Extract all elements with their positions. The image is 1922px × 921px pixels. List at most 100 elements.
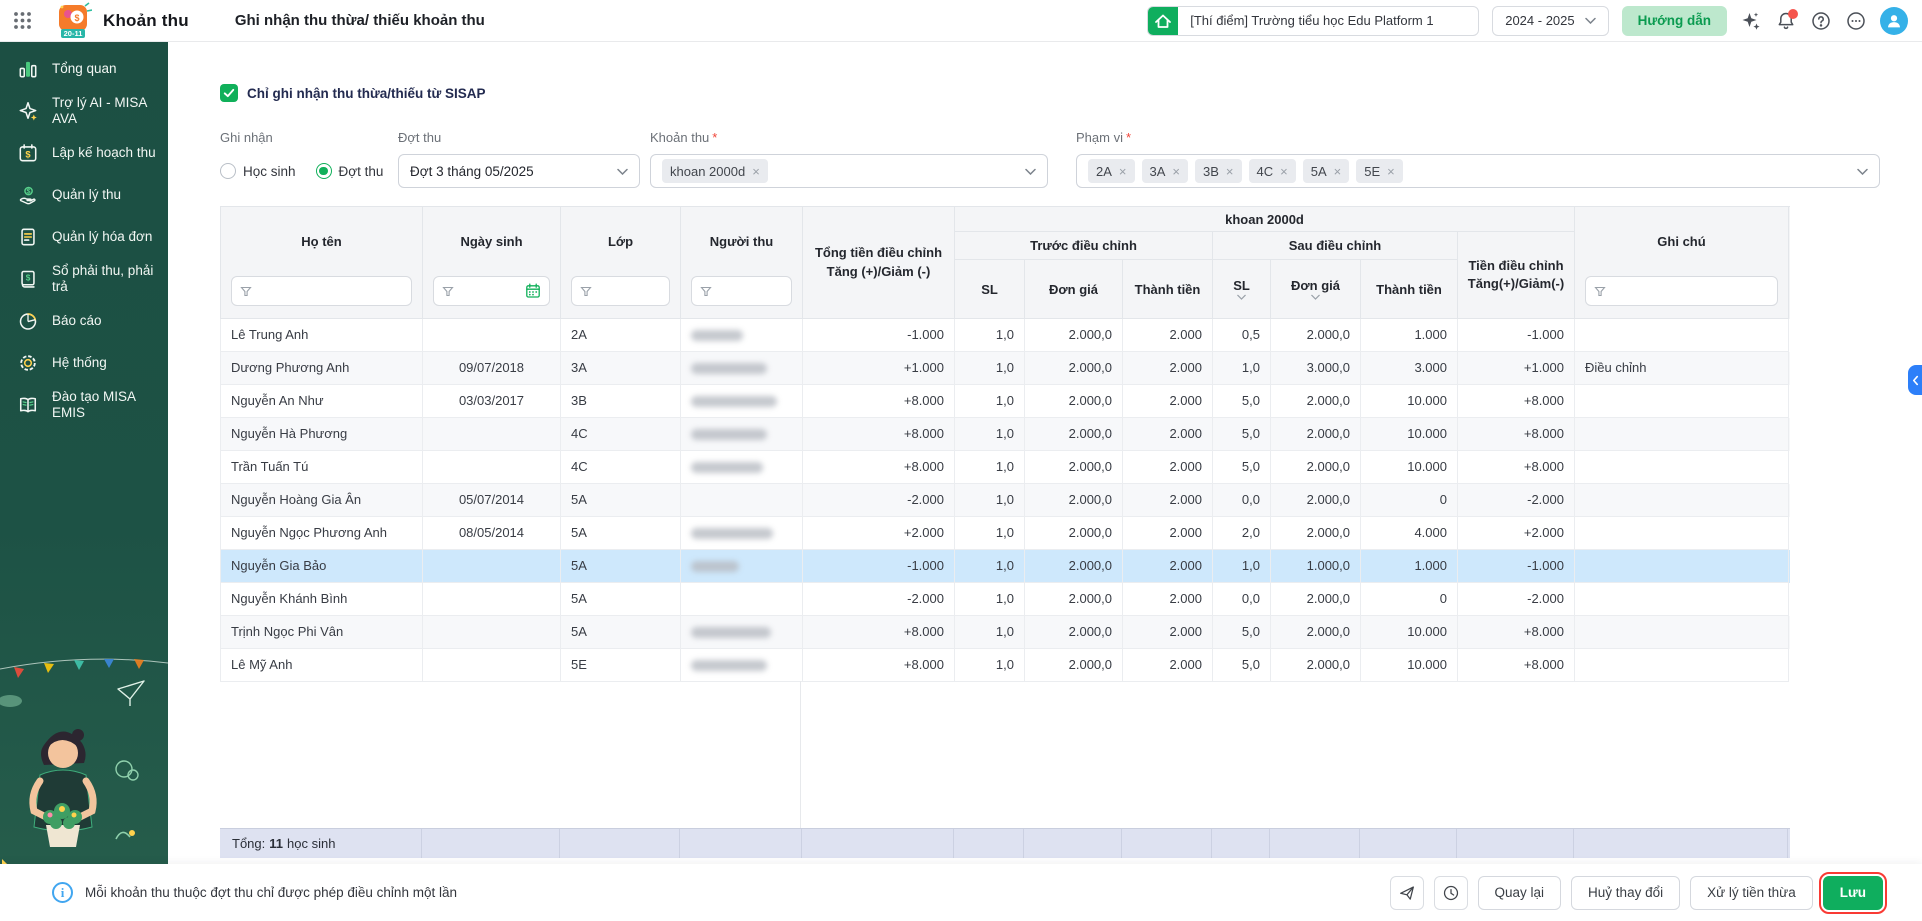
sidebar-item-bar-chart[interactable]: Tổng quan xyxy=(0,48,168,90)
remove-tag-icon[interactable]: × xyxy=(1226,165,1234,178)
table-row[interactable]: Nguyễn Hoàng Gia Ân05/07/20145A-2.0001,0… xyxy=(221,484,1790,517)
table-row[interactable]: Nguyễn An Như03/03/20173B+8.0001,02.000,… xyxy=(221,385,1790,418)
cell-post-qty[interactable]: 0,0 xyxy=(1213,484,1271,517)
tag-chip: 5E× xyxy=(1356,159,1403,183)
cell-name: Lê Mỹ Anh xyxy=(221,649,423,682)
cell-class: 4C xyxy=(561,418,681,451)
cell-post-qty[interactable]: 1,0 xyxy=(1213,352,1271,385)
top-bar: $ 20-11 Khoản thu Ghi nhận thu thừa/ thi… xyxy=(0,0,1922,42)
user-avatar[interactable] xyxy=(1880,7,1908,35)
back-button[interactable]: Quay lại xyxy=(1478,876,1562,910)
table-row[interactable]: Nguyễn Gia Bảo5A-1.0001,02.000,02.0001,0… xyxy=(221,550,1790,583)
sidebar-item-pie-chart[interactable]: Báo cáo xyxy=(0,300,168,342)
sisap-checkbox[interactable] xyxy=(220,84,238,102)
table-row[interactable]: Lê Mỹ Anh5E+8.0001,02.000,02.0005,02.000… xyxy=(221,649,1790,682)
send-button[interactable] xyxy=(1390,876,1424,910)
sidebar-item-label: Sổ phải thu, phải trả xyxy=(52,263,168,294)
app-title: Khoản thu xyxy=(103,11,189,31)
cell-post-qty[interactable]: 0,0 xyxy=(1213,583,1271,616)
table-row[interactable]: Lê Trung Anh2A-1.0001,02.000,02.0000,52.… xyxy=(221,319,1790,352)
sidebar-item-invoice[interactable]: Quản lý hóa đơn xyxy=(0,216,168,258)
guide-button[interactable]: Hướng dẫn xyxy=(1622,6,1727,36)
sparkle-icon xyxy=(17,100,39,122)
cell-post-price[interactable]: 2.000,0 xyxy=(1271,418,1361,451)
cell-total-adjustment: -1.000 xyxy=(803,319,955,352)
cell-post-price[interactable]: 3.000,0 xyxy=(1271,352,1361,385)
remove-tag-icon[interactable]: × xyxy=(1387,165,1395,178)
column-header-post-qty[interactable]: SL xyxy=(1213,260,1271,319)
cell-post-qty[interactable]: 0,5 xyxy=(1213,319,1271,352)
sidebar-item-hand-coin[interactable]: $Quản lý thu xyxy=(0,174,168,216)
remove-tag-icon[interactable]: × xyxy=(1280,165,1288,178)
cell-post-price[interactable]: 2.000,0 xyxy=(1271,319,1361,352)
column-header-pre-amount: Thành tiền xyxy=(1123,260,1213,319)
school-year-select[interactable]: 2024 - 2025 xyxy=(1492,6,1608,36)
cell-post-qty[interactable]: 5,0 xyxy=(1213,385,1271,418)
cell-post-price[interactable]: 2.000,0 xyxy=(1271,583,1361,616)
notifications-bell-icon[interactable] xyxy=(1775,10,1797,32)
column-header-post-price[interactable]: Đơn giá xyxy=(1271,260,1361,319)
remove-tag-icon[interactable]: × xyxy=(1119,165,1127,178)
cell-post-qty[interactable]: 1,0 xyxy=(1213,550,1271,583)
help-icon[interactable] xyxy=(1810,10,1832,32)
sidebar-item-gear[interactable]: Hệ thống xyxy=(0,342,168,384)
cell-post-qty[interactable]: 2,0 xyxy=(1213,517,1271,550)
table-row[interactable]: Trần Tuấn Tú4C+8.0001,02.000,02.0005,02.… xyxy=(221,451,1790,484)
cell-post-qty[interactable]: 5,0 xyxy=(1213,649,1271,682)
radio-option-period[interactable]: Đợt thu xyxy=(316,163,384,179)
sidebar-item-calendar-dollar[interactable]: $Lập kế hoạch thu xyxy=(0,132,168,174)
sidebar-item-ledger[interactable]: $Sổ phải thu, phải trả xyxy=(0,258,168,300)
cell-post-price[interactable]: 2.000,0 xyxy=(1271,385,1361,418)
app-page: $ 20-11 Khoản thu Ghi nhận thu thừa/ thi… xyxy=(0,0,1922,921)
class-filter-input[interactable] xyxy=(571,276,670,306)
cell-adjustment: +8.000 xyxy=(1458,649,1575,682)
collector-filter-input[interactable] xyxy=(691,276,792,306)
table-row[interactable]: Trịnh Ngọc Phi Vân5A+8.0001,02.000,02.00… xyxy=(221,616,1790,649)
handle-surplus-button[interactable]: Xử lý tiền thừa xyxy=(1690,876,1813,910)
cell-post-qty[interactable]: 5,0 xyxy=(1213,451,1271,484)
fee-item-multiselect[interactable]: khoan 2000d× xyxy=(650,154,1048,188)
cell-post-amount: 10.000 xyxy=(1361,649,1458,682)
sisap-checkbox-label: Chỉ ghi nhận thu thừa/thiếu từ SISAP xyxy=(247,86,486,101)
sidebar-item-open-book[interactable]: Đào tạo MISA EMIS xyxy=(0,384,168,426)
remove-tag-icon[interactable]: × xyxy=(1334,165,1342,178)
name-filter-input[interactable] xyxy=(231,276,412,306)
save-button[interactable]: Lưu xyxy=(1823,876,1883,910)
app-launcher-grid-icon[interactable] xyxy=(13,11,32,30)
sidebar-item-sparkle[interactable]: Trợ lý AI - MISA AVA xyxy=(0,90,168,132)
cell-post-price[interactable]: 2.000,0 xyxy=(1271,616,1361,649)
cell-post-price[interactable]: 2.000,0 xyxy=(1271,517,1361,550)
app-logo: $ 20-11 xyxy=(54,2,92,40)
cancel-changes-button[interactable]: Huỷ thay đổi xyxy=(1571,876,1680,910)
note-filter-input[interactable] xyxy=(1585,276,1778,306)
cell-pre-qty: 1,0 xyxy=(955,616,1025,649)
scope-multiselect[interactable]: 2A×3A×3B×4C×5A×5E× xyxy=(1076,154,1880,188)
cell-name: Nguyễn Hà Phương xyxy=(221,418,423,451)
table-row[interactable]: Nguyễn Khánh Bình5A-2.0001,02.000,02.000… xyxy=(221,583,1790,616)
table-row[interactable]: Nguyễn Hà Phương4C+8.0001,02.000,02.0005… xyxy=(221,418,1790,451)
summary-cell xyxy=(680,829,802,858)
radio-option-student[interactable]: Học sinh xyxy=(220,163,296,179)
cell-post-qty[interactable]: 5,0 xyxy=(1213,616,1271,649)
collection-period-select[interactable]: Đợt 3 tháng 05/2025 xyxy=(398,154,640,188)
cell-post-price[interactable]: 2.000,0 xyxy=(1271,451,1361,484)
school-selector[interactable]: [Thí điểm] Trường tiểu học Edu Platform … xyxy=(1147,6,1479,36)
cell-post-qty[interactable]: 5,0 xyxy=(1213,418,1271,451)
side-panel-toggle[interactable] xyxy=(1908,365,1922,395)
collection-period-label: Đợt thu xyxy=(398,130,441,145)
remove-tag-icon[interactable]: × xyxy=(1172,165,1180,178)
table-row[interactable]: Dương Phương Anh09/07/20183A+1.0001,02.0… xyxy=(221,352,1790,385)
cell-pre-amount: 2.000 xyxy=(1123,319,1213,352)
cell-dob: 05/07/2014 xyxy=(423,484,561,517)
dob-filter-input[interactable] xyxy=(433,276,550,306)
ai-sparkles-icon[interactable] xyxy=(1740,10,1762,32)
chevron-down-icon xyxy=(1237,294,1246,300)
remove-tag-icon[interactable]: × xyxy=(752,165,760,178)
cell-post-price[interactable]: 2.000,0 xyxy=(1271,484,1361,517)
cell-post-price[interactable]: 1.000,0 xyxy=(1271,550,1361,583)
table-row[interactable]: Nguyễn Ngọc Phương Anh08/05/20145A+2.000… xyxy=(221,517,1790,550)
cell-post-price[interactable]: 2.000,0 xyxy=(1271,649,1361,682)
history-button[interactable] xyxy=(1434,876,1468,910)
cell-pre-qty: 1,0 xyxy=(955,550,1025,583)
more-options-icon[interactable] xyxy=(1845,10,1867,32)
